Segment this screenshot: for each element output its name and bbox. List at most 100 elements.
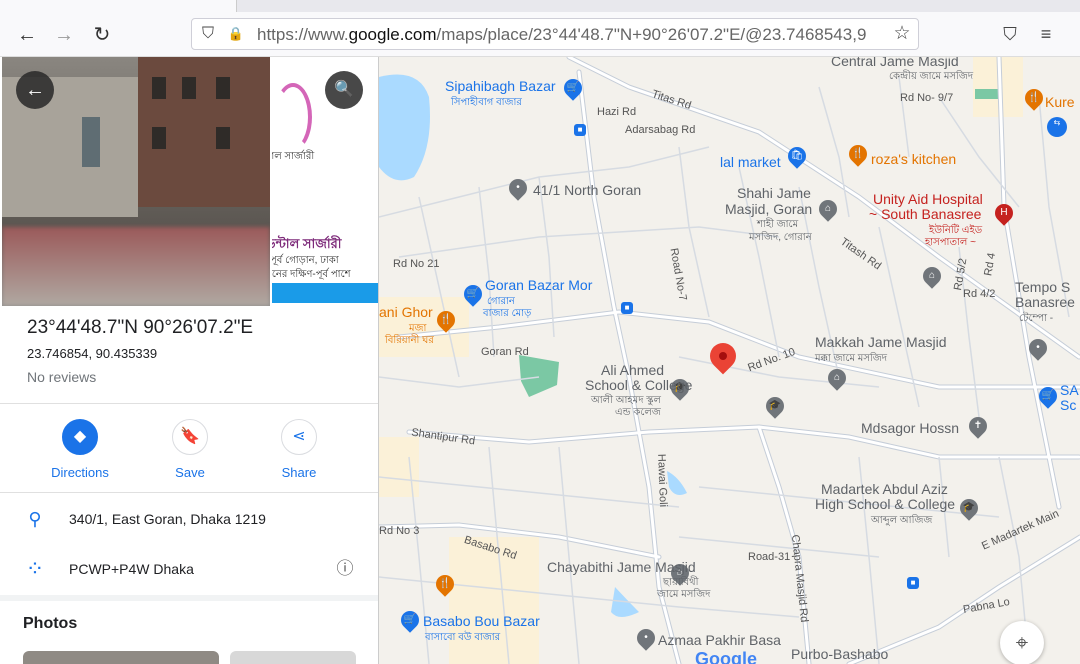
map-label[interactable]: Kure bbox=[1045, 95, 1075, 110]
map-label[interactable]: Tempo S bbox=[1015, 280, 1070, 295]
lock-icon[interactable]: 🔒 bbox=[226, 24, 246, 44]
restaurant-pin-icon[interactable]: 🍴 bbox=[432, 571, 458, 597]
map-label[interactable]: 41/1 North Goran bbox=[533, 183, 641, 198]
map-label[interactable]: Basabo Bou Bazar bbox=[423, 614, 540, 629]
url-bar[interactable]: ⛉ 🔒 https://www.google.com/maps/place/23… bbox=[191, 18, 919, 50]
directions-button[interactable]: ◆ Directions bbox=[40, 419, 120, 480]
map-canvas[interactable]: 🛒 🛍 🍴 🍴 ⌂ H • 🛒 🍴 ⌂ ⌂ 🎓 🎓 ✝ 🎓 • ⌂ 🍴 🛒 • … bbox=[379, 57, 1080, 664]
address-row[interactable]: ⚲ 340/1, East Goran, Dhaka 1219 bbox=[0, 500, 378, 540]
shopping-pin-icon[interactable]: 🛒 bbox=[1035, 383, 1061, 409]
bus-stop-icon[interactable]: ■ bbox=[907, 577, 919, 589]
place-pin-icon[interactable]: • bbox=[505, 175, 531, 201]
url-text[interactable]: https://www.google.com/maps/place/23°44'… bbox=[257, 25, 887, 45]
menu-icon[interactable]: ≡ bbox=[1034, 22, 1058, 46]
photo-window bbox=[216, 77, 230, 99]
reload-icon[interactable]: ↻ bbox=[89, 22, 115, 48]
restaurant-pin-icon[interactable]: 🍴 bbox=[1021, 85, 1047, 111]
map-label[interactable]: টেম্পো - bbox=[1019, 311, 1053, 326]
mosque-pin-icon[interactable]: ⌂ bbox=[815, 196, 841, 222]
photo-window bbox=[182, 77, 196, 99]
divider bbox=[0, 492, 378, 493]
map-label[interactable]: roza's kitchen bbox=[871, 152, 956, 167]
map-label[interactable]: Madartek Abdul Aziz bbox=[821, 482, 948, 497]
map-label[interactable]: Central Jame Masjid bbox=[831, 57, 959, 69]
my-location-button[interactable]: ⌖ bbox=[1000, 621, 1044, 664]
photo-window bbox=[152, 77, 166, 99]
pocket-icon[interactable]: ⛉ bbox=[998, 22, 1022, 46]
map-label[interactable]: সিপাহীবাগ বাজার bbox=[451, 95, 522, 110]
map-label[interactable]: কেন্দ্রীয় জামে মসজিদ bbox=[889, 69, 973, 84]
map-label[interactable]: Mdsagor Hossn bbox=[861, 421, 959, 436]
map-label[interactable]: Masjid, Goran bbox=[725, 202, 812, 217]
hospital-pin-icon[interactable]: H bbox=[991, 200, 1017, 226]
map-label[interactable]: Makkah Jame Masjid bbox=[815, 335, 947, 350]
url-path: /maps/place/23°44'48.7"N+90°26'07.2"E/@2… bbox=[436, 25, 867, 44]
shield-icon[interactable]: ⛉ bbox=[198, 24, 218, 44]
map-label[interactable]: ~ South Banasree bbox=[869, 207, 981, 222]
place-pin-icon[interactable]: • bbox=[633, 625, 659, 651]
share-button[interactable]: ⋖ Share bbox=[259, 419, 339, 480]
map-label: Rd 4/2 bbox=[963, 288, 996, 300]
shopping-pin-icon[interactable]: 🛒 bbox=[397, 607, 423, 633]
map-label[interactable]: আব্দুল আজিজ bbox=[871, 513, 932, 528]
save-button[interactable]: 🔖 Save bbox=[150, 419, 230, 480]
bus-stop-icon[interactable]: ■ bbox=[621, 302, 633, 314]
back-arrow-icon[interactable]: ← bbox=[14, 22, 40, 48]
map-label[interactable]: SA bbox=[1060, 383, 1079, 398]
map-label[interactable]: Banasree bbox=[1015, 295, 1075, 310]
photo-thumbnail[interactable] bbox=[230, 651, 356, 664]
map-label[interactable]: বাসাবো বউ বাজার bbox=[425, 630, 500, 645]
map-label: Rd No 21 bbox=[393, 258, 440, 270]
info-icon[interactable]: ⓘ bbox=[334, 558, 356, 580]
map-label[interactable]: School & College bbox=[585, 378, 692, 393]
map-label[interactable]: এন্ড কলেজ bbox=[615, 405, 661, 420]
photo-thumbnail[interactable] bbox=[23, 651, 219, 664]
directions-label: Directions bbox=[51, 465, 109, 480]
map-label[interactable]: Azmaa Pakhir Basa bbox=[658, 633, 781, 648]
place-pin-icon[interactable]: • bbox=[1025, 335, 1051, 361]
school-pin-icon[interactable]: 🎓 bbox=[956, 495, 982, 521]
map-label[interactable]: Unity Aid Hospital bbox=[873, 192, 983, 207]
shopping-pin-icon[interactable]: 🛍 bbox=[784, 143, 810, 169]
mosque-pin-icon[interactable]: ⌂ bbox=[919, 263, 945, 289]
map-label[interactable]: Sc bbox=[1060, 398, 1076, 413]
restaurant-pin-icon[interactable]: 🍴 bbox=[433, 307, 459, 333]
map-label[interactable]: Ali Ahmed bbox=[601, 363, 664, 378]
bookmark-star-icon[interactable]: ☆ bbox=[892, 24, 912, 44]
mosque-icon: ⌂ bbox=[824, 203, 832, 214]
map-label[interactable]: জামে মসজিদ bbox=[657, 587, 710, 602]
shopping-pin-icon[interactable]: 🛒 bbox=[460, 281, 486, 307]
active-tab[interactable] bbox=[0, 0, 237, 12]
shopping-pin-icon[interactable]: 🛒 bbox=[560, 75, 586, 101]
plus-code-row[interactable]: ⁘ PCWP+P4W Dhaka ⓘ bbox=[0, 550, 378, 590]
map-label[interactable]: মক্কা জামে মসজিদ bbox=[815, 351, 887, 366]
fork-knife-icon: 🍴 bbox=[439, 314, 453, 325]
mosque-pin-icon[interactable]: ⌂ bbox=[824, 365, 850, 391]
map-label[interactable]: হাসপাতাল ~ bbox=[925, 235, 976, 250]
restaurant-pin-icon[interactable]: 🍴 bbox=[845, 141, 871, 167]
url-domain: google.com bbox=[348, 25, 437, 44]
school-pin-icon[interactable]: 🎓 bbox=[762, 393, 788, 419]
teamviewer-icon[interactable]: ⇆ bbox=[1047, 117, 1067, 137]
map-label[interactable]: Goran Bazar Mor bbox=[485, 278, 592, 293]
map-label[interactable]: lal market bbox=[720, 155, 781, 170]
map-label[interactable]: Chayabithi Jame Masjid bbox=[547, 560, 696, 575]
reviews-text: No reviews bbox=[27, 369, 97, 385]
bus-stop-icon[interactable]: ■ bbox=[574, 124, 586, 136]
map-label[interactable]: মসজিদ, গোরান bbox=[749, 230, 812, 245]
plus-code-icon: ⁘ bbox=[25, 556, 45, 581]
map-label[interactable]: বিরিয়ানী ঘর bbox=[385, 333, 434, 348]
url-prefix: https://www. bbox=[257, 25, 349, 44]
map-label[interactable]: বাজার মোড় bbox=[483, 306, 531, 321]
forward-arrow-icon[interactable]: → bbox=[51, 22, 77, 48]
shopping-cart-icon: 🛒 bbox=[566, 82, 580, 93]
map-label[interactable]: ani Ghor bbox=[379, 305, 433, 320]
map-label[interactable]: Sipahibagh Bazar bbox=[445, 79, 556, 94]
church-pin-icon[interactable]: ✝ bbox=[965, 413, 991, 439]
map-label[interactable]: Purbo-Bashabo bbox=[791, 647, 888, 662]
search-button[interactable]: 🔍 bbox=[325, 71, 363, 109]
shopping-bag-icon: 🛍 bbox=[790, 150, 804, 161]
back-button[interactable]: ← bbox=[16, 71, 54, 109]
map-label[interactable]: Shahi Jame bbox=[737, 186, 811, 201]
map-label[interactable]: High School & College bbox=[815, 497, 955, 512]
